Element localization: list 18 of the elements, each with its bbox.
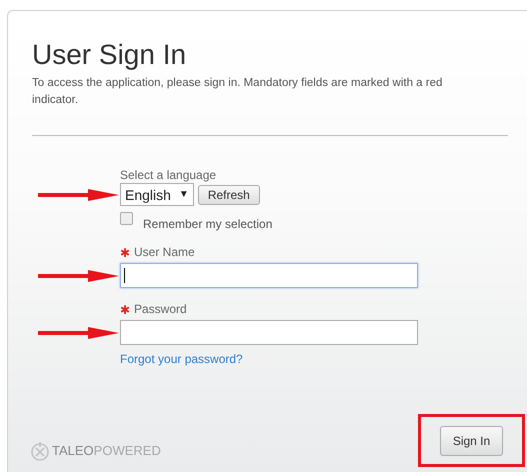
field-label: Password — [134, 302, 187, 317]
remember-label: Remember my selection — [143, 217, 272, 231]
language-label: Select a language — [120, 168, 216, 183]
logo-text: TALEO — [52, 443, 94, 458]
logo-icon — [30, 440, 50, 460]
input-field[interactable] — [120, 263, 418, 288]
required-mark: ✱ — [120, 246, 130, 260]
sign-in-button[interactable]: Sign In — [440, 426, 504, 456]
required-mark: ✱ — [120, 302, 130, 316]
input-field[interactable] — [120, 320, 418, 345]
instructions-text: To access the application, please sign in. Mandatory fields are marked with a red indicator. — [32, 76, 444, 108]
remember-checkbox[interactable] — [120, 212, 133, 224]
refresh-button[interactable]: Refresh — [198, 184, 260, 204]
language-dropdown[interactable]: English ▼ — [120, 183, 194, 206]
forgot-password-link[interactable]: Forgot your password? — [120, 352, 243, 366]
logo-suffix-text: POWERED — [94, 443, 161, 458]
field-label: User Name — [134, 245, 195, 260]
page-title: User Sign In — [32, 39, 188, 71]
